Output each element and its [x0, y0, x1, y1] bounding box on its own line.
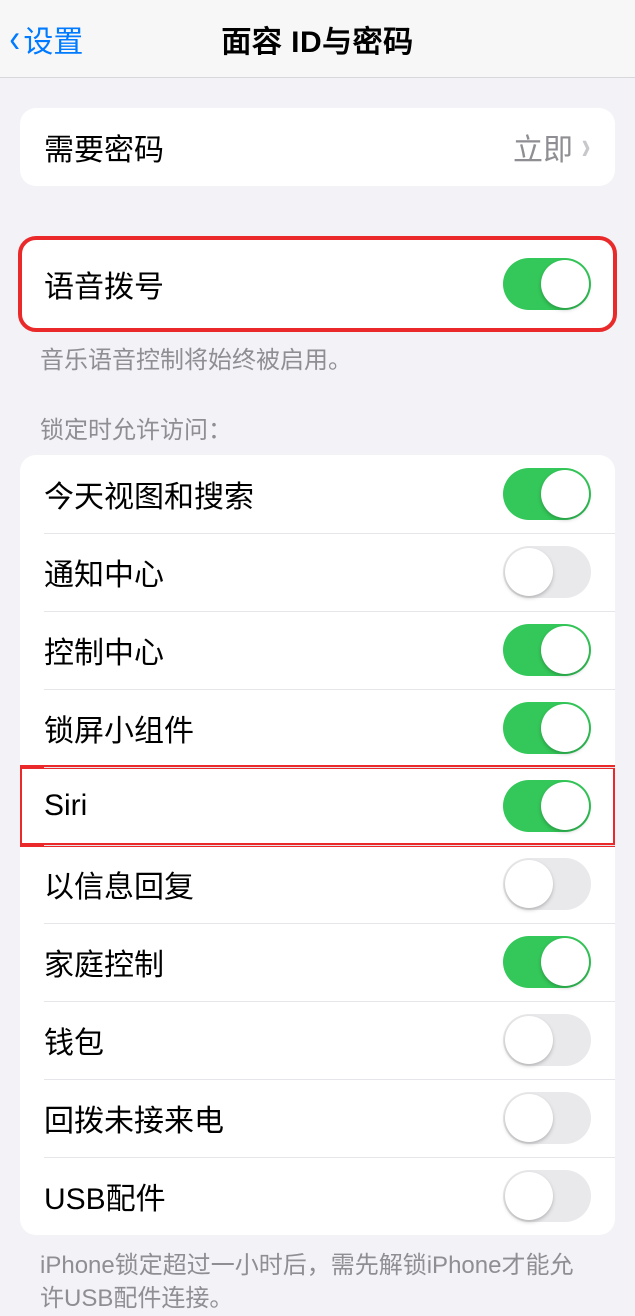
lock-widgets-toggle[interactable]: [503, 702, 591, 754]
require-passcode-label: 需要密码: [44, 125, 164, 169]
return-missed-call-label: 回拨未接来电: [44, 1096, 224, 1140]
voice-dial-group: 语音拨号: [20, 238, 615, 330]
notification-center-label: 通知中心: [44, 550, 164, 594]
reply-message-toggle[interactable]: [503, 858, 591, 910]
today-search-toggle[interactable]: [503, 468, 591, 520]
lock-access-group: 今天视图和搜索通知中心控制中心锁屏小组件 Siri 以信息回复家庭控制钱包回拨未接来…: [20, 455, 615, 1235]
usb-accessories-row: USB配件: [20, 1157, 615, 1235]
home-control-row: 家庭控制: [20, 923, 615, 1001]
chevron-left-icon: ‹: [9, 19, 20, 59]
voice-dial-toggle[interactable]: [503, 258, 591, 310]
notification-center-toggle[interactable]: [503, 546, 591, 598]
return-missed-call-toggle[interactable]: [503, 1092, 591, 1144]
reply-message-row: 以信息回复: [20, 845, 615, 923]
usb-accessories-label: USB配件: [44, 1174, 166, 1218]
voice-dial-footer: 音乐语音控制将始终被启用。: [40, 344, 595, 378]
voice-dial-label: 语音拨号: [44, 262, 164, 306]
lock-widgets-label: 锁屏小组件: [44, 706, 194, 750]
wallet-toggle[interactable]: [503, 1014, 591, 1066]
return-missed-call-row: 回拨未接来电: [20, 1079, 615, 1157]
passcode-group: 需要密码 立即 ›: [20, 108, 615, 186]
control-center-row: 控制中心: [20, 611, 615, 689]
notification-center-row: 通知中心: [20, 533, 615, 611]
siri-label: Siri: [44, 789, 87, 823]
siri-toggle[interactable]: [503, 780, 591, 832]
wallet-row: 钱包: [20, 1001, 615, 1079]
today-search-row: 今天视图和搜索: [20, 455, 615, 533]
back-button[interactable]: ‹ 设置: [8, 0, 83, 77]
control-center-toggle[interactable]: [503, 624, 591, 676]
siri-row: Siri: [20, 767, 615, 845]
require-passcode-row[interactable]: 需要密码 立即 ›: [20, 108, 615, 186]
voice-dial-row: 语音拨号: [20, 238, 615, 330]
usb-accessories-toggle[interactable]: [503, 1170, 591, 1222]
content: 需要密码 立即 › 语音拨号 音乐语音控制将始终被启用。 锁定时允许访问： 今天…: [0, 108, 635, 1316]
control-center-label: 控制中心: [44, 628, 164, 672]
page-title: 面容 ID与密码: [221, 17, 413, 61]
home-control-toggle[interactable]: [503, 936, 591, 988]
home-control-label: 家庭控制: [44, 940, 164, 984]
wallet-label: 钱包: [44, 1018, 104, 1062]
require-passcode-value: 立即: [513, 125, 573, 169]
reply-message-label: 以信息回复: [44, 862, 194, 906]
today-search-label: 今天视图和搜索: [44, 472, 254, 516]
chevron-right-icon: ›: [582, 125, 591, 169]
lock-access-header: 锁定时允许访问：: [40, 410, 595, 445]
nav-bar: ‹ 设置 面容 ID与密码: [0, 0, 635, 78]
lock-access-footer: iPhone锁定超过一小时后，需先解锁iPhone才能允许USB配件连接。: [40, 1249, 595, 1316]
lock-widgets-row: 锁屏小组件: [20, 689, 615, 767]
back-label: 设置: [23, 17, 83, 61]
